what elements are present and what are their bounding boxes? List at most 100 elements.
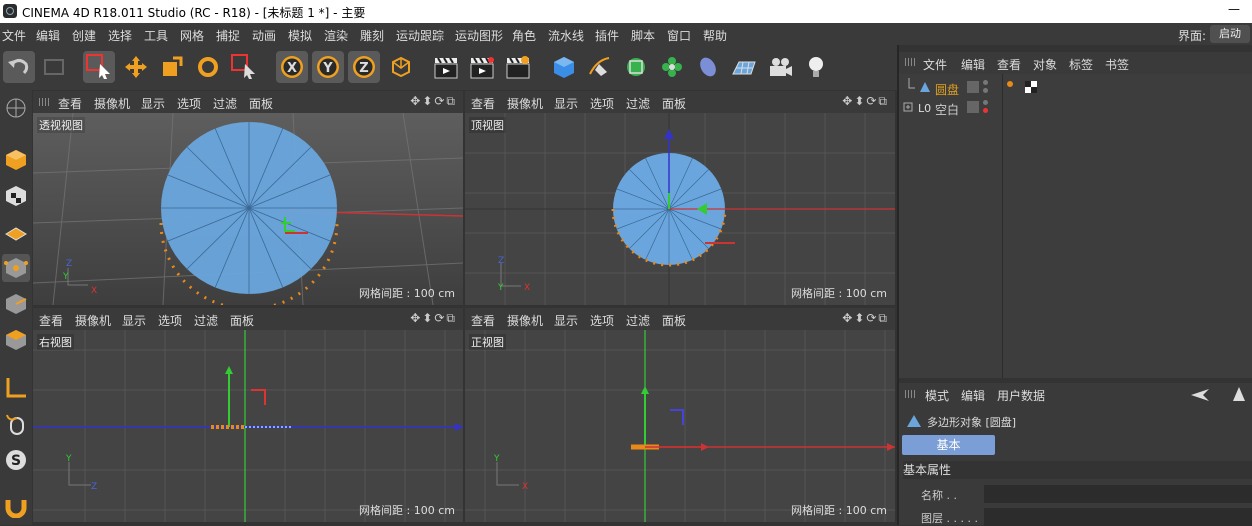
menu-pipeline[interactable]: 流水线 — [548, 27, 584, 44]
object-name[interactable]: 圆盘 — [935, 81, 959, 98]
floor-button[interactable] — [728, 51, 760, 83]
viewport-right[interactable]: 查看 摄像机 显示 选项 过滤 面板 ✥⬍⟳⧉ Y Z 右视图 网格间距 : 1… — [33, 308, 463, 522]
axis-mode-button[interactable] — [2, 374, 30, 402]
viewport-menu-options[interactable]: 选项 — [177, 95, 201, 112]
render-view-button[interactable] — [430, 51, 462, 83]
y-axis-button[interactable]: Y — [312, 51, 344, 83]
viewport-menu-panel[interactable]: 面板 — [249, 95, 273, 112]
minimize-button[interactable]: — — [1228, 2, 1240, 16]
viewport-menu-panel[interactable]: 面板 — [230, 312, 254, 329]
viewport-top[interactable]: 查看 摄像机 显示 选项 过滤 面板 ✥⬍⟳⧉ Z Y X 顶视图 网格间距:… — [465, 91, 895, 305]
om-menu-bookmarks[interactable]: 书签 — [1105, 56, 1129, 73]
phong-tag-icon[interactable] — [1007, 81, 1013, 87]
am-menu-edit[interactable]: 编辑 — [961, 387, 985, 404]
menu-simulate[interactable]: 模拟 — [288, 27, 312, 44]
menu-render[interactable]: 渲染 — [324, 27, 348, 44]
menu-mesh[interactable]: 网格 — [180, 27, 204, 44]
am-menu-user-data[interactable]: 用户数据 — [997, 387, 1045, 404]
viewport-menu-display[interactable]: 显示 — [141, 95, 165, 112]
editor-visibility-dot-icon[interactable] — [983, 80, 988, 85]
tweak-mode-button[interactable] — [2, 410, 30, 438]
workplane-mode-button[interactable] — [2, 218, 30, 246]
viewport-menu-filter[interactable]: 过滤 — [626, 312, 650, 329]
tab-basic[interactable]: 基本 — [902, 435, 995, 455]
menu-mograph[interactable]: 运动图形 — [455, 27, 503, 44]
viewport-menu-options[interactable]: 选项 — [158, 312, 182, 329]
menu-motion-tracking[interactable]: 运动跟踪 — [396, 27, 444, 44]
menu-edit[interactable]: 编辑 — [36, 27, 60, 44]
viewport-menu-view[interactable]: 查看 — [39, 312, 63, 329]
viewport-menu-camera[interactable]: 摄像机 — [75, 312, 111, 329]
viewport-menu-view[interactable]: 查看 — [471, 312, 495, 329]
om-menu-edit[interactable]: 编辑 — [961, 56, 985, 73]
make-editable-button[interactable] — [2, 94, 30, 122]
points-mode-button[interactable] — [2, 254, 30, 282]
viewport-menu-filter[interactable]: 过滤 — [213, 95, 237, 112]
menu-animate[interactable]: 动画 — [252, 27, 276, 44]
viewport-nav-icons[interactable]: ✥⬍⟳⧉ — [842, 94, 889, 109]
object-row-null[interactable]: L0 空白 — [899, 98, 1252, 118]
snap-button[interactable]: S — [2, 446, 30, 474]
render-visibility-dot-icon[interactable] — [983, 108, 988, 113]
menu-window[interactable]: 窗口 — [667, 27, 691, 44]
render-visibility-dot-icon[interactable] — [983, 88, 988, 93]
z-axis-button[interactable]: Z — [348, 51, 380, 83]
viewport-front[interactable]: 查看 摄像机 显示 选项 过滤 面板 ✥⬍⟳⧉ Y X 正视图 网格间距 : 1… — [465, 308, 895, 522]
om-menu-view[interactable]: 查看 — [997, 56, 1021, 73]
viewport-menu-filter[interactable]: 过滤 — [626, 95, 650, 112]
om-menu-tags[interactable]: 标签 — [1069, 56, 1093, 73]
move-tool-button[interactable] — [120, 51, 152, 83]
menu-character[interactable]: 角色 — [512, 27, 536, 44]
live-selection-button[interactable] — [83, 51, 115, 83]
camera-button[interactable] — [764, 51, 796, 83]
menu-file[interactable]: 文件 — [2, 27, 26, 44]
perspective-canvas[interactable]: Z Y X — [33, 112, 463, 305]
layer-swatch-icon[interactable] — [967, 101, 979, 113]
layer-field-input[interactable] — [984, 508, 1252, 526]
menu-plugins[interactable]: 插件 — [595, 27, 619, 44]
viewport-menu-display[interactable]: 显示 — [554, 95, 578, 112]
menu-snap[interactable]: 捕捉 — [216, 27, 240, 44]
coordinate-system-button[interactable] — [384, 51, 416, 83]
viewport-nav-icons[interactable]: ✥⬍⟳⧉ — [410, 311, 457, 326]
om-menu-objects[interactable]: 对象 — [1033, 56, 1057, 73]
spline-pen-button[interactable] — [584, 51, 616, 83]
scale-tool-button[interactable] — [156, 51, 188, 83]
texture-mode-button[interactable] — [2, 182, 30, 210]
edges-mode-button[interactable] — [2, 290, 30, 318]
object-row-disc[interactable]: 圆盘 — [899, 78, 1252, 98]
undo-button[interactable] — [3, 51, 35, 83]
object-name[interactable]: 空白 — [935, 101, 959, 118]
viewport-menu-options[interactable]: 选项 — [590, 312, 614, 329]
render-to-picture-viewer-button[interactable] — [466, 51, 498, 83]
x-axis-button[interactable]: X — [276, 51, 308, 83]
om-menu-file[interactable]: 文件 — [923, 56, 947, 73]
viewport-menu-options[interactable]: 选项 — [590, 95, 614, 112]
last-tool-button[interactable] — [228, 51, 260, 83]
rotate-tool-button[interactable] — [192, 51, 224, 83]
history-nav-icons[interactable] — [1189, 387, 1249, 403]
layer-swatch-icon[interactable] — [967, 81, 979, 93]
menu-select[interactable]: 选择 — [108, 27, 132, 44]
redo-button[interactable] — [38, 51, 70, 83]
polygons-mode-button[interactable] — [2, 326, 30, 354]
cube-object-button[interactable] — [548, 51, 580, 83]
menu-tools[interactable]: 工具 — [144, 27, 168, 44]
am-menu-mode[interactable]: 模式 — [925, 387, 949, 404]
menu-create[interactable]: 创建 — [72, 27, 96, 44]
subdivision-surface-button[interactable] — [620, 51, 652, 83]
viewport-menu-camera[interactable]: 摄像机 — [94, 95, 130, 112]
viewport-menu-camera[interactable]: 摄像机 — [507, 95, 543, 112]
layout-select[interactable]: 启动 — [1210, 25, 1250, 43]
viewport-menu-view[interactable]: 查看 — [471, 95, 495, 112]
viewport-menu-display[interactable]: 显示 — [122, 312, 146, 329]
light-button[interactable] — [800, 51, 832, 83]
name-field-input[interactable] — [984, 485, 1252, 503]
viewport-menu-camera[interactable]: 摄像机 — [507, 312, 543, 329]
editor-visibility-dot-icon[interactable] — [983, 100, 988, 105]
viewport-menu-view[interactable]: 查看 — [58, 95, 82, 112]
front-canvas[interactable]: Y X — [465, 330, 895, 522]
top-canvas[interactable]: Z Y X — [465, 113, 895, 305]
right-canvas[interactable]: Y Z — [33, 330, 463, 522]
viewport-menu-panel[interactable]: 面板 — [662, 312, 686, 329]
